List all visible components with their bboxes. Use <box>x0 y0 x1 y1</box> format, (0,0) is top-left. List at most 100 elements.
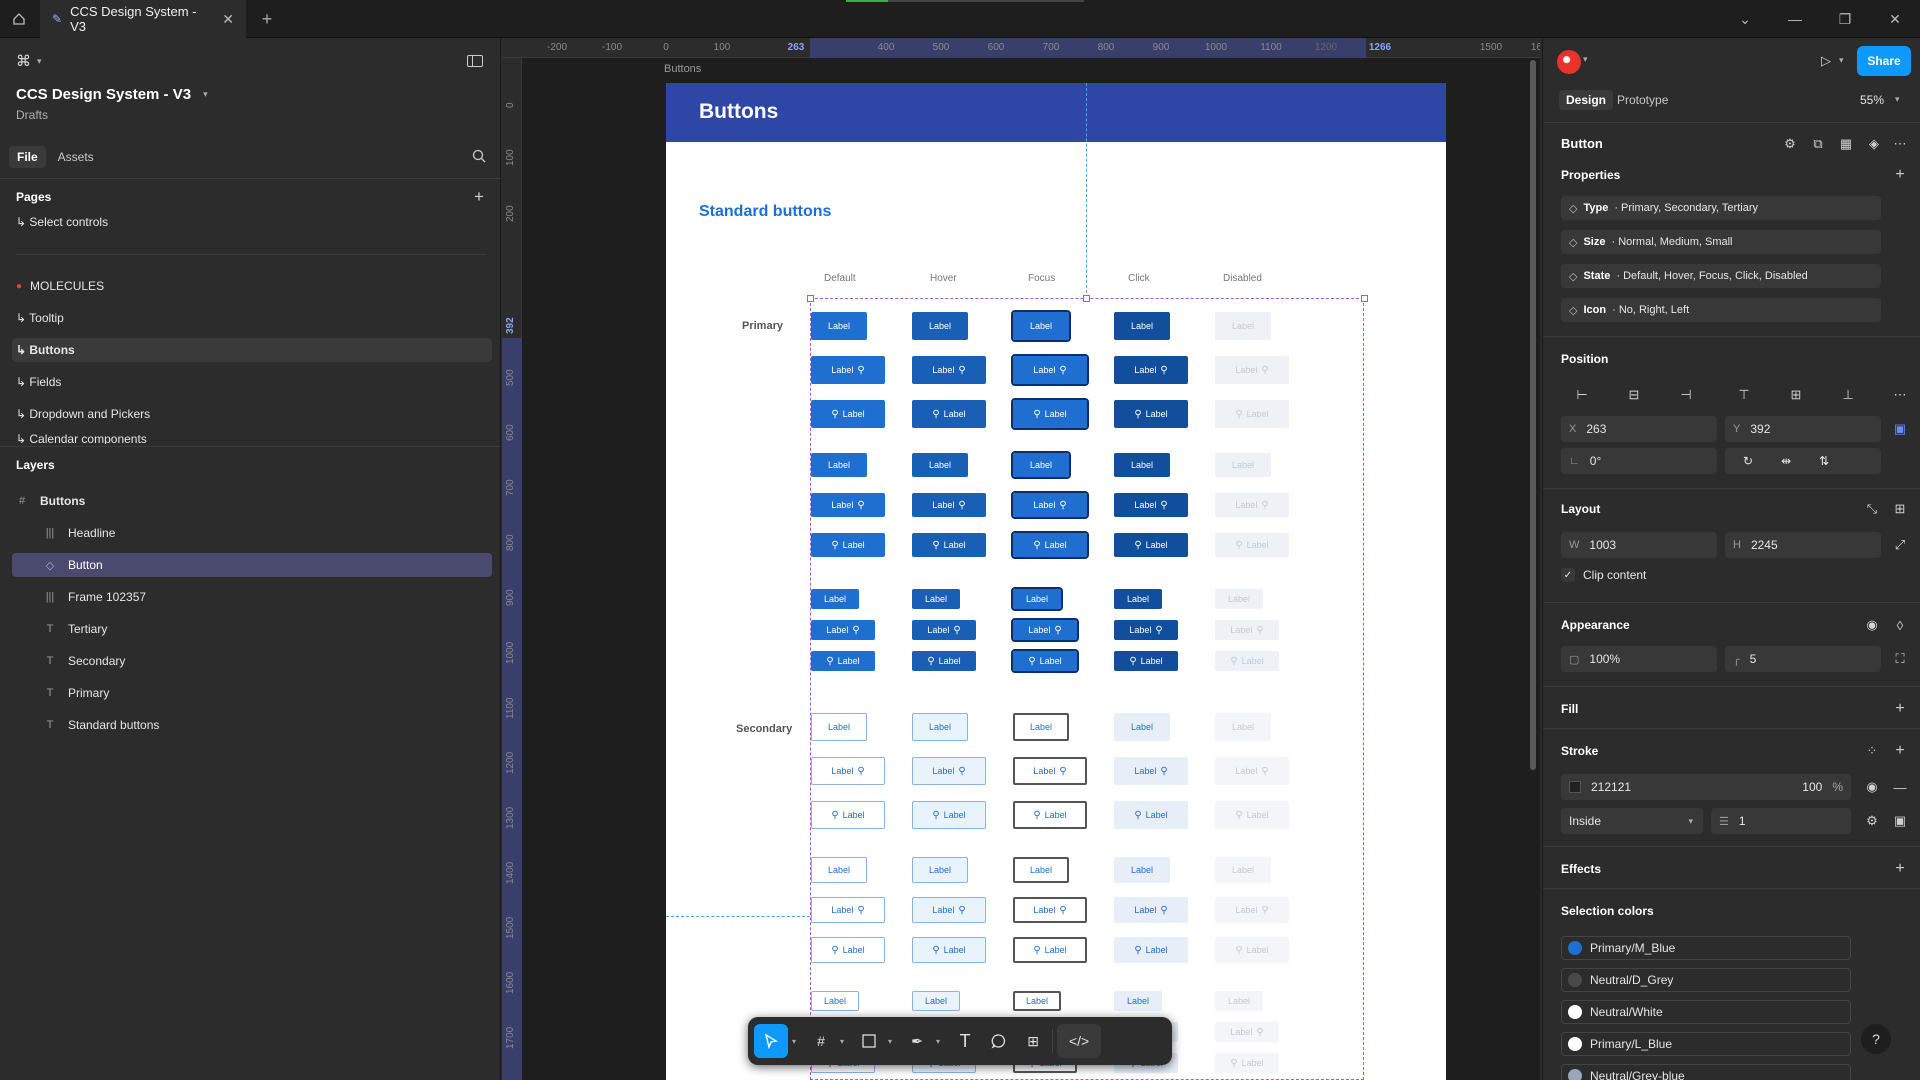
close-tab-icon[interactable]: ✕ <box>222 11 234 28</box>
selection-box[interactable] <box>810 298 1364 1080</box>
align-right-icon[interactable]: ⊣ <box>1675 384 1697 406</box>
align-bottom-icon[interactable]: ⊥ <box>1837 384 1859 406</box>
selection-color-row[interactable]: Neutral/White <box>1561 1000 1851 1024</box>
grid-icon[interactable]: ▦ <box>1835 133 1857 155</box>
selection-color-row[interactable]: Neutral/D_Grey <box>1561 968 1851 992</box>
stroke-position-select[interactable]: Inside ▾ <box>1561 808 1703 834</box>
tab-design[interactable]: Design <box>1559 90 1614 110</box>
property-type[interactable]: ◇ Type · Primary, Secondary, Tertiary <box>1561 196 1881 220</box>
rectangle-tool-icon[interactable] <box>854 1024 884 1058</box>
selection-handle[interactable] <box>807 295 814 302</box>
radius-field[interactable]: ╭ 5 <box>1725 646 1881 672</box>
stroke-settings-icon[interactable]: ⚙ <box>1861 810 1883 832</box>
tune-icon[interactable]: ⚙ <box>1779 133 1801 155</box>
align-left-icon[interactable]: ⊢ <box>1571 384 1593 406</box>
selection-handle[interactable] <box>1083 295 1090 302</box>
collapse-icon[interactable]: ⤡ <box>1861 498 1883 520</box>
chevron-down-icon[interactable]: ▾ <box>1583 54 1588 65</box>
width-field[interactable]: W 1003 <box>1561 532 1717 558</box>
chevron-down-icon[interactable]: ▾ <box>1895 94 1900 105</box>
clip-content-row[interactable]: ✓ Clip content <box>1561 568 1646 582</box>
add-fill-icon[interactable]: + <box>1889 698 1911 720</box>
page-item-select-controls[interactable]: ↳ Select controls <box>12 210 492 234</box>
move-tool-icon[interactable] <box>754 1024 788 1058</box>
share-button[interactable]: Share <box>1857 46 1911 76</box>
close-window-button[interactable]: ✕ <box>1872 0 1918 38</box>
restore-button[interactable]: ❐ <box>1822 0 1868 38</box>
chevron-down-icon[interactable]: ▾ <box>792 1037 796 1046</box>
selection-color-row[interactable]: Neutral/Grey-blue <box>1561 1064 1851 1080</box>
new-tab-button[interactable]: + <box>256 8 278 30</box>
tab-assets[interactable]: Assets <box>50 146 102 168</box>
chevron-down-icon[interactable]: ⌄ <box>1722 0 1768 38</box>
chevron-down-icon[interactable]: ▾ <box>1839 55 1844 66</box>
stroke-color-field[interactable]: 212121 100 % <box>1561 774 1851 800</box>
add-effect-icon[interactable]: + <box>1889 858 1911 880</box>
chevron-down-icon[interactable]: ▾ <box>840 1037 844 1046</box>
page-item-calendar[interactable]: ↳ Calendar components <box>12 432 492 444</box>
sidebar-toggle-icon[interactable] <box>464 50 486 72</box>
constraints-icon[interactable]: ▣ <box>1889 418 1911 440</box>
align-center-h-icon[interactable]: ⊟ <box>1623 384 1645 406</box>
selection-color-row[interactable]: Primary/M_Blue <box>1561 936 1851 960</box>
add-stroke-icon[interactable]: + <box>1889 740 1911 762</box>
add-page-icon[interactable]: + <box>468 186 490 208</box>
x-field[interactable]: X 263 <box>1561 416 1717 442</box>
file-tab[interactable]: ✎ CCS Design System - V3 ✕ <box>40 0 246 38</box>
layer-tertiary[interactable]: T Tertiary <box>12 617 492 641</box>
style-grid-icon[interactable]: ⁘ <box>1861 740 1883 762</box>
frame-label[interactable]: Buttons <box>664 63 701 75</box>
layer-standard-buttons[interactable]: T Standard buttons <box>12 713 492 737</box>
layer-button[interactable]: ◇ Button <box>12 553 492 577</box>
main-menu-button[interactable]: ⌘ ▾ <box>16 52 42 70</box>
more-icon[interactable]: ⋯ <box>1889 133 1911 155</box>
flip-vertical-icon[interactable]: ⇅ <box>1819 454 1829 468</box>
property-size[interactable]: ◇ Size · Normal, Medium, Small <box>1561 230 1881 254</box>
rotation-field[interactable]: ∟ 0° <box>1561 448 1717 474</box>
checkbox-checked-icon[interactable]: ✓ <box>1561 568 1575 582</box>
blend-icon[interactable]: ◊ <box>1889 614 1911 636</box>
page-item-fields[interactable]: ↳ Fields <box>12 370 492 394</box>
zoom-level[interactable]: 55% <box>1860 93 1884 107</box>
resize-icon[interactable]: ⤢ <box>1889 534 1911 556</box>
page-item-molecules[interactable]: ● MOLECULES <box>12 274 492 298</box>
property-icon[interactable]: ◇ Icon · No, Right, Left <box>1561 298 1881 322</box>
avatar[interactable] <box>1557 50 1581 74</box>
stroke-weight-field[interactable]: ☰ 1 <box>1711 808 1851 834</box>
minimize-button[interactable]: — <box>1772 0 1818 38</box>
add-property-icon[interactable]: + <box>1889 164 1911 186</box>
frame-tool-icon[interactable]: # <box>806 1024 836 1058</box>
page-item-tooltip[interactable]: ↳ Tooltip <box>12 306 492 330</box>
present-icon[interactable]: ▷ <box>1815 50 1837 72</box>
flip-horizontal-icon[interactable]: ⇹ <box>1781 454 1791 468</box>
chevron-down-icon[interactable]: ▾ <box>888 1037 892 1046</box>
comment-tool-icon[interactable] <box>984 1024 1014 1058</box>
chevron-down-icon[interactable]: ▾ <box>936 1037 940 1046</box>
selection-handle[interactable] <box>1361 295 1368 302</box>
y-field[interactable]: Y 392 <box>1725 416 1881 442</box>
selection-color-row[interactable]: Primary/L_Blue <box>1561 1032 1851 1056</box>
components-tool-icon[interactable]: ⊞ <box>1018 1024 1048 1058</box>
property-state[interactable]: ◇ State · Default, Hover, Focus, Click, … <box>1561 264 1881 288</box>
layer-headline[interactable]: ||| Headline <box>12 521 492 545</box>
opacity-field[interactable]: ▢ 100% <box>1561 646 1717 672</box>
align-center-v-icon[interactable]: ⊞ <box>1785 384 1807 406</box>
component-icon[interactable]: ◈ <box>1863 133 1885 155</box>
layer-buttons[interactable]: # Buttons <box>12 489 492 513</box>
align-top-icon[interactable]: ⊤ <box>1733 384 1755 406</box>
layer-frame-102357[interactable]: ||| Frame 102357 <box>12 585 492 609</box>
tab-file[interactable]: File <box>9 146 46 168</box>
rotate-icon[interactable]: ↻ <box>1743 454 1753 468</box>
text-tool-icon[interactable]: T <box>950 1024 980 1058</box>
tab-prototype[interactable]: Prototype <box>1617 93 1668 107</box>
eye-icon[interactable]: ◉ <box>1861 776 1883 798</box>
dev-mode-icon[interactable]: </> <box>1057 1024 1102 1058</box>
pen-tool-icon[interactable]: ✒ <box>902 1024 932 1058</box>
search-icon[interactable] <box>468 145 490 167</box>
copy-icon[interactable]: ⧉ <box>1807 133 1829 155</box>
help-button[interactable]: ? <box>1861 1024 1891 1054</box>
eye-icon[interactable]: ◉ <box>1861 614 1883 636</box>
page-item-buttons[interactable]: ↳ Buttons <box>12 338 492 362</box>
layer-primary[interactable]: T Primary <box>12 681 492 705</box>
home-icon[interactable] <box>0 0 38 38</box>
